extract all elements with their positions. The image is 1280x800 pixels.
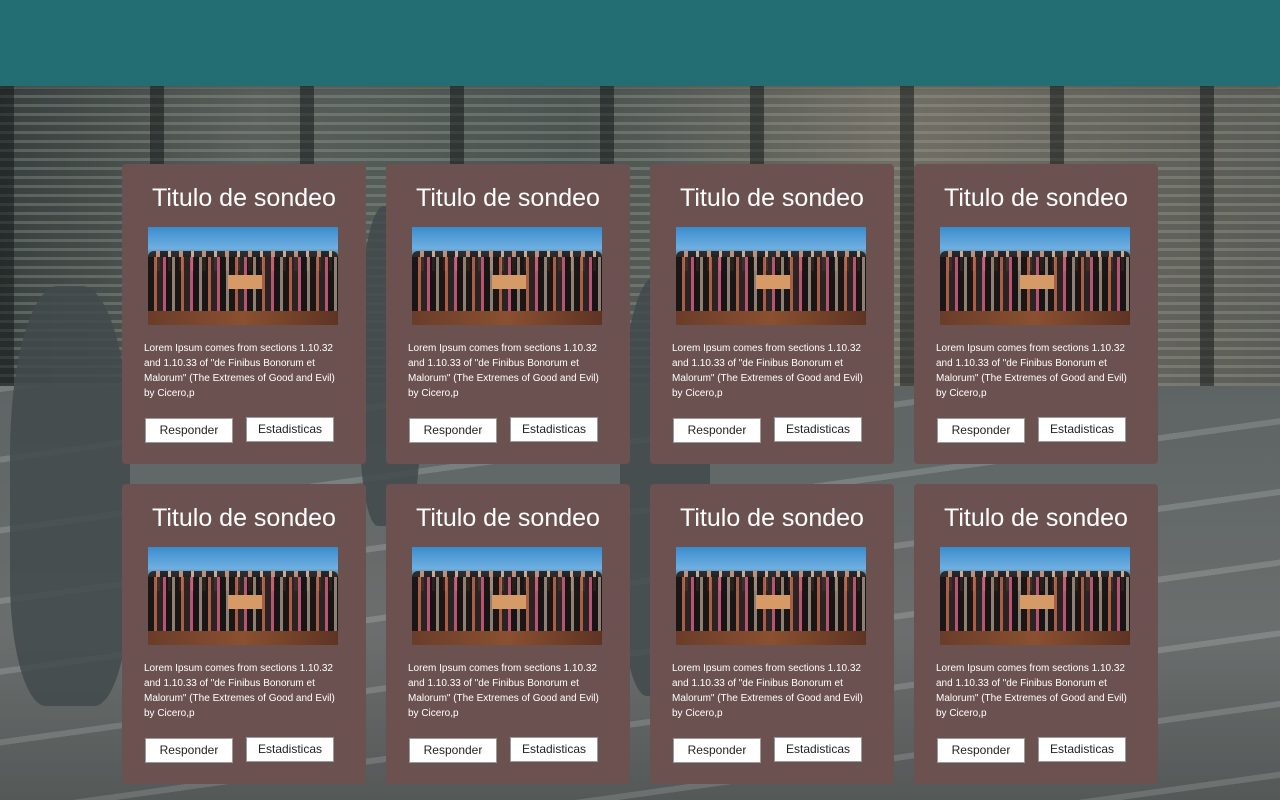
responder-button[interactable]: Responder: [409, 738, 497, 763]
survey-card-image: [148, 547, 338, 645]
responder-button[interactable]: Responder: [409, 418, 497, 443]
survey-card-image: [412, 227, 602, 325]
responder-button[interactable]: Responder: [937, 738, 1025, 763]
estadisticas-button[interactable]: Estadisticas: [1038, 417, 1126, 442]
survey-card-title: Titulo de sondeo: [416, 184, 600, 212]
survey-card-description: Lorem Ipsum comes from sections 1.10.32 …: [936, 343, 1127, 399]
responder-button[interactable]: Responder: [673, 418, 761, 443]
survey-card-image: [676, 547, 866, 645]
survey-card: Titulo de sondeo Lorem Ipsum comes from …: [650, 164, 894, 464]
estadisticas-button[interactable]: Estadisticas: [774, 737, 862, 762]
estadisticas-button[interactable]: Estadisticas: [774, 417, 862, 442]
survey-card: Titulo de sondeo Lorem Ipsum comes from …: [650, 484, 894, 784]
survey-card-description: Lorem Ipsum comes from sections 1.10.32 …: [936, 663, 1127, 719]
survey-card-description: Lorem Ipsum comes from sections 1.10.32 …: [144, 663, 335, 719]
estadisticas-button[interactable]: Estadisticas: [510, 417, 598, 442]
responder-button[interactable]: Responder: [145, 418, 233, 443]
responder-button[interactable]: Responder: [145, 738, 233, 763]
survey-card-grid: Titulo de sondeo Lorem Ipsum comes from …: [122, 164, 1158, 784]
survey-card-image: [412, 547, 602, 645]
survey-card-image: [940, 227, 1130, 325]
estadisticas-button[interactable]: Estadisticas: [510, 737, 598, 762]
survey-card: Titulo de sondeo Lorem Ipsum comes from …: [122, 164, 366, 464]
estadisticas-button[interactable]: Estadisticas: [246, 417, 334, 442]
survey-card: Titulo de sondeo Lorem Ipsum comes from …: [914, 164, 1158, 464]
responder-button[interactable]: Responder: [673, 738, 761, 763]
survey-card-title: Titulo de sondeo: [416, 504, 600, 532]
survey-card-description: Lorem Ipsum comes from sections 1.10.32 …: [672, 343, 863, 399]
survey-card-image: [676, 227, 866, 325]
survey-card-description: Lorem Ipsum comes from sections 1.10.32 …: [144, 343, 335, 399]
estadisticas-button[interactable]: Estadisticas: [246, 737, 334, 762]
survey-card-title: Titulo de sondeo: [152, 504, 336, 532]
survey-card-image: [940, 547, 1130, 645]
survey-card-image: [148, 227, 338, 325]
survey-card: Titulo de sondeo Lorem Ipsum comes from …: [914, 484, 1158, 784]
estadisticas-button[interactable]: Estadisticas: [1038, 737, 1126, 762]
responder-button[interactable]: Responder: [937, 418, 1025, 443]
survey-card-description: Lorem Ipsum comes from sections 1.10.32 …: [408, 343, 599, 399]
top-header-bar: [0, 0, 1280, 86]
survey-card-title: Titulo de sondeo: [944, 504, 1128, 532]
survey-card-title: Titulo de sondeo: [152, 184, 336, 212]
survey-card-title: Titulo de sondeo: [944, 184, 1128, 212]
survey-card: Titulo de sondeo Lorem Ipsum comes from …: [386, 484, 630, 784]
survey-card-description: Lorem Ipsum comes from sections 1.10.32 …: [408, 663, 599, 719]
survey-card: Titulo de sondeo Lorem Ipsum comes from …: [122, 484, 366, 784]
survey-card-description: Lorem Ipsum comes from sections 1.10.32 …: [672, 663, 863, 719]
survey-card-title: Titulo de sondeo: [680, 184, 864, 212]
survey-card-title: Titulo de sondeo: [680, 504, 864, 532]
survey-card: Titulo de sondeo Lorem Ipsum comes from …: [386, 164, 630, 464]
